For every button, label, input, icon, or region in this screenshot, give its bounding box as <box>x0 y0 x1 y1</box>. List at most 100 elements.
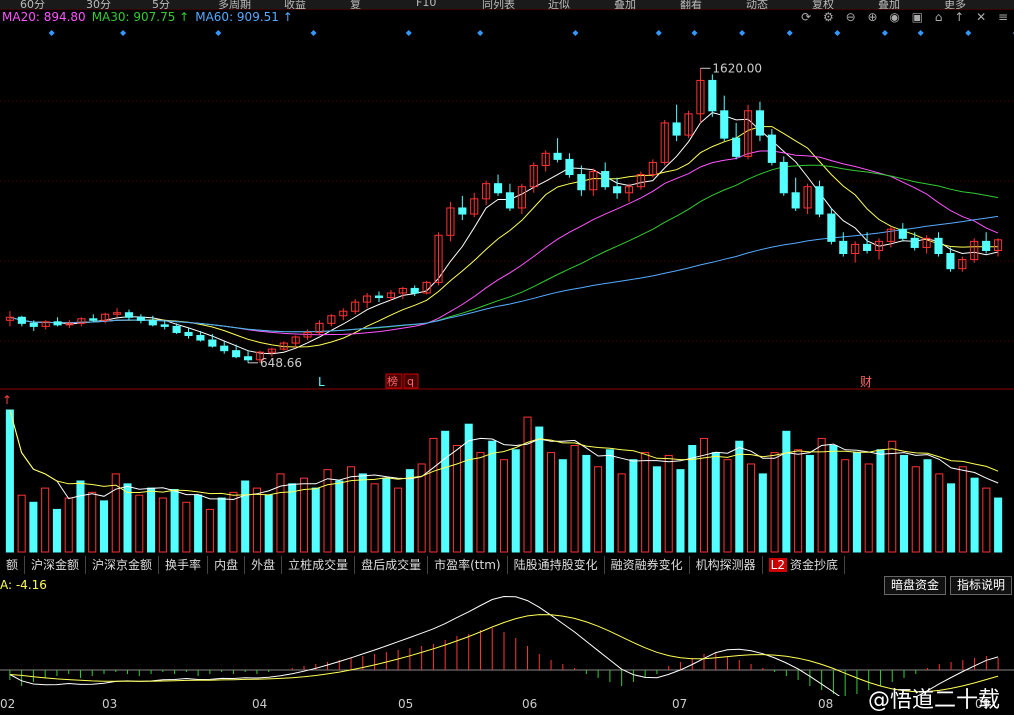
volume-bar <box>288 483 297 553</box>
candle-body <box>493 183 503 194</box>
indicator-tab[interactable]: 额 <box>0 556 26 574</box>
volume-bar <box>805 454 814 553</box>
toolbar-item[interactable]: F10 <box>416 0 436 9</box>
tab-label: 盘后成交量 <box>361 558 422 572</box>
volume-chart[interactable]: ↑ <box>0 392 1014 554</box>
candle-body <box>184 331 193 336</box>
macd-chart[interactable] <box>0 590 1014 696</box>
candle-body <box>613 186 622 194</box>
volume-bar <box>852 452 861 553</box>
toolbar-item[interactable]: 同列表 <box>482 0 515 9</box>
toolbar-item[interactable]: 近似 <box>548 0 570 9</box>
candlestick-chart[interactable]: 1620.00 648.66 L 榜 q 财 <box>0 26 1014 390</box>
volume-bar <box>464 423 473 553</box>
indicator-tab[interactable]: 沪深京金额 <box>86 556 160 574</box>
low-label: 648.66 <box>260 356 302 370</box>
candle-body <box>124 312 134 318</box>
volume-bar <box>194 494 203 553</box>
volume-bar <box>452 445 461 553</box>
ma-legend-item: MA20: 894.80 <box>2 10 86 24</box>
indicator-tab[interactable]: 外盘 <box>245 556 283 574</box>
ma20-line <box>9 150 999 336</box>
toolbar-item[interactable]: 叠加 <box>878 0 900 9</box>
tab-label: 陆股通持股变化 <box>513 558 598 572</box>
event-marker <box>691 30 698 36</box>
tab-label: 换手率 <box>165 558 202 572</box>
volume-bar <box>64 497 73 553</box>
indicator-tab[interactable]: 换手率 <box>159 556 209 574</box>
x-tick-label: 05 <box>398 697 414 711</box>
toolbar-item[interactable]: 5分 <box>152 0 170 9</box>
indicator-tab[interactable]: 沪深金额 <box>25 556 87 574</box>
indicator-tab[interactable]: 盘后成交量 <box>355 556 429 574</box>
toolbar-item[interactable]: 复 <box>350 0 361 9</box>
volume-bar <box>899 454 909 553</box>
candle-body <box>565 158 574 176</box>
toolbar-item[interactable]: 复权 <box>812 0 834 9</box>
chart-tools[interactable]: ⟳ ⚙ ⊖ ⊕ ◉ ▣ ⌂ ↑ ✕ ≡ <box>801 10 1012 24</box>
volume-bar <box>888 440 897 553</box>
toolbar-item[interactable]: 叠加 <box>614 0 636 9</box>
volume-bar <box>676 469 685 553</box>
tab-label: 立桩成交量 <box>288 558 349 572</box>
event-marker <box>120 30 127 36</box>
x-tick-label: 08 <box>818 697 834 711</box>
candle-body <box>410 287 419 294</box>
indicator-tab[interactable]: 内盘 <box>208 556 246 574</box>
l2-badge: L2 <box>768 558 787 572</box>
volume-bar <box>758 473 767 553</box>
volume-bar <box>523 416 532 553</box>
tab-label: 内盘 <box>214 558 239 572</box>
volume-bar <box>335 480 344 553</box>
indicator-tab[interactable]: 立桩成交量 <box>282 556 356 574</box>
ma5-line <box>9 112 999 355</box>
event-marker <box>572 30 579 36</box>
indicator-tab[interactable]: 机构探测器 <box>690 556 763 574</box>
toolbar-item[interactable]: 更多 <box>944 0 966 9</box>
volume-bar <box>547 452 556 553</box>
toolbar-item[interactable]: 30分 <box>86 0 111 9</box>
event-marker <box>405 30 412 36</box>
ma-legend-item: MA60: 909.51 ↑ <box>195 10 293 24</box>
volume-bar <box>735 440 744 553</box>
volume-bar <box>958 466 967 553</box>
volume-bar <box>241 480 250 553</box>
toolbar-item[interactable]: 60分 <box>20 0 45 9</box>
candle-body <box>220 345 229 352</box>
indicator-tab[interactable]: 陆股通持股变化 <box>508 556 605 574</box>
vol-arrow: ↑ <box>2 393 12 407</box>
toolbar-item[interactable]: 多周期 <box>218 0 251 9</box>
tab-label: 外盘 <box>251 558 276 572</box>
volume-bar <box>570 445 579 553</box>
indicator-tab[interactable]: L2 资金抄底 <box>763 556 845 574</box>
volume-bar <box>652 466 661 553</box>
volume-bar <box>841 459 850 553</box>
volume-bar <box>52 508 61 553</box>
volume-bar <box>252 487 261 553</box>
volume-bar <box>29 501 38 553</box>
volume-bar <box>170 489 179 553</box>
candle-body <box>577 174 586 191</box>
candle-body <box>898 228 907 239</box>
toolbar-item[interactable]: 翻看 <box>680 0 702 9</box>
event-marker <box>48 30 55 36</box>
indicator-tab[interactable]: 市盈率(ttm) <box>428 556 508 574</box>
volume-bar <box>347 466 356 553</box>
candle-body <box>148 319 157 326</box>
candle-body <box>172 325 181 333</box>
event-marker <box>215 30 222 36</box>
candle-body <box>672 122 681 136</box>
volume-bar <box>982 487 991 553</box>
volume-bar <box>382 477 391 553</box>
ma-legend: MA20: 894.80 MA30: 907.75 ↑ MA60: 909.51 ↑ <box>2 10 299 24</box>
candle-body <box>720 110 729 139</box>
toolbar-item[interactable]: 动态 <box>746 0 768 9</box>
toolbar-item[interactable]: 收益 <box>284 0 306 9</box>
candle-body <box>839 240 848 255</box>
volume-bar <box>817 437 826 553</box>
volume-bar <box>429 437 438 553</box>
candle-body <box>755 110 765 136</box>
indicator-tab[interactable]: 融资融券变化 <box>605 556 690 574</box>
volume-bar <box>688 445 697 553</box>
volume-bar <box>123 483 132 553</box>
